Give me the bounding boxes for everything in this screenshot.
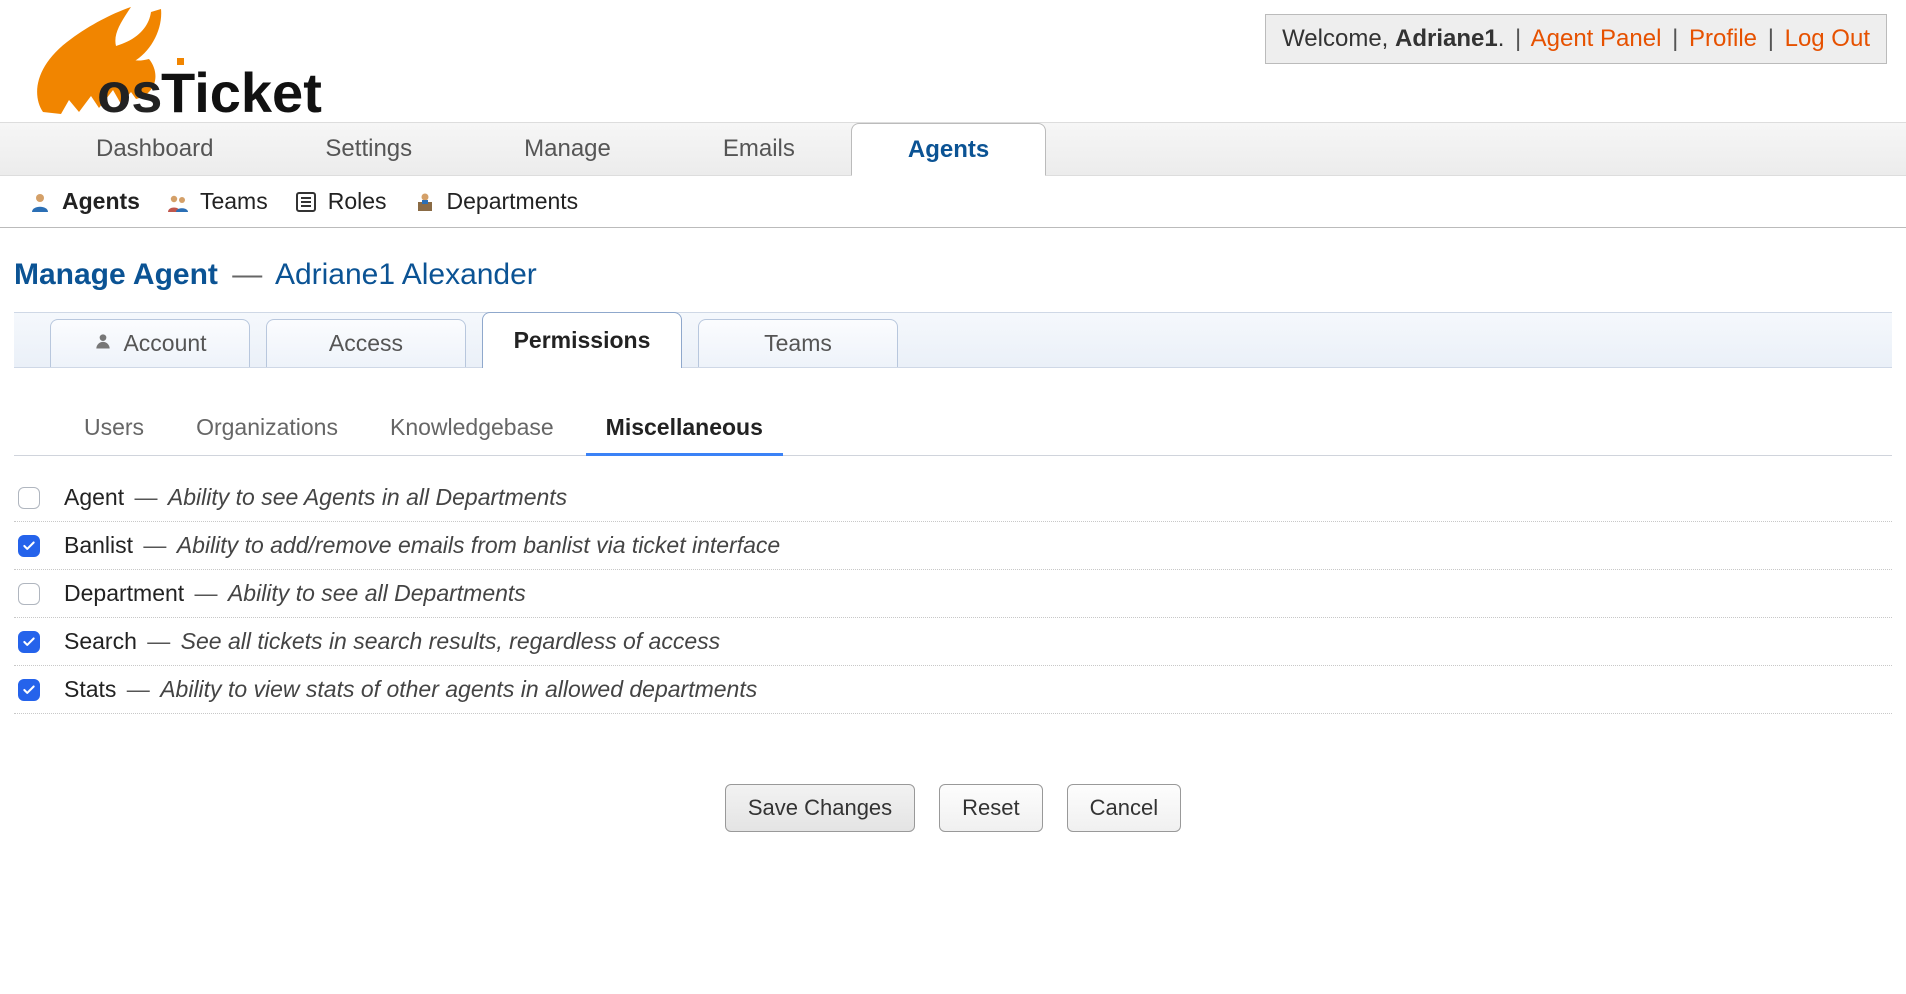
team-icon bbox=[166, 190, 190, 214]
permission-row: Search — See all tickets in search resul… bbox=[14, 618, 1892, 666]
form-buttons: Save Changes Reset Cancel bbox=[0, 714, 1906, 872]
permission-name: Search bbox=[64, 628, 137, 654]
permission-checkbox[interactable] bbox=[18, 583, 40, 605]
user-greeting-box: Welcome, Adriane1. | Agent Panel | Profi… bbox=[1265, 14, 1887, 64]
tab-access[interactable]: Access bbox=[266, 319, 466, 367]
permission-name: Banlist bbox=[64, 532, 133, 558]
permission-description: See all tickets in search results, regar… bbox=[181, 628, 720, 654]
permission-name: Agent bbox=[64, 484, 124, 510]
nav-manage[interactable]: Manage bbox=[468, 123, 667, 175]
nav-agents[interactable]: Agents bbox=[851, 123, 1046, 176]
permission-checkbox[interactable] bbox=[18, 487, 40, 509]
logout-link[interactable]: Log Out bbox=[1785, 25, 1870, 52]
permissions-list: Agent — Ability to see Agents in all Dep… bbox=[14, 474, 1892, 714]
sub-nav: Agents Teams Roles Departments bbox=[0, 176, 1906, 228]
permission-name: Department bbox=[64, 580, 184, 606]
main-nav: Dashboard Settings Manage Emails Agents bbox=[0, 122, 1906, 176]
perm-tab-miscellaneous[interactable]: Miscellaneous bbox=[586, 404, 783, 455]
perm-tab-users[interactable]: Users bbox=[64, 404, 164, 455]
permission-checkbox[interactable] bbox=[18, 535, 40, 557]
permission-row: Banlist — Ability to add/remove emails f… bbox=[14, 522, 1892, 570]
permission-subtabs: Users Organizations Knowledgebase Miscel… bbox=[14, 368, 1892, 456]
agent-icon bbox=[28, 190, 52, 214]
subnav-agents[interactable]: Agents bbox=[28, 188, 140, 215]
profile-link[interactable]: Profile bbox=[1689, 25, 1757, 52]
agent-tabs: Account Access Permissions Teams bbox=[14, 312, 1892, 368]
nav-emails[interactable]: Emails bbox=[667, 123, 851, 175]
page-title-main: Manage Agent bbox=[14, 258, 218, 291]
agent-panel-link[interactable]: Agent Panel bbox=[1531, 25, 1662, 52]
svg-text:Ticket: Ticket bbox=[161, 61, 322, 122]
permission-name: Stats bbox=[64, 676, 116, 702]
page-title: Manage Agent — Adriane1 Alexander bbox=[0, 228, 1906, 312]
permission-description: Ability to view stats of other agents in… bbox=[160, 676, 757, 702]
permission-row: Agent — Ability to see Agents in all Dep… bbox=[14, 474, 1892, 522]
osticket-logo: os Ticket bbox=[15, 0, 351, 122]
permission-checkbox[interactable] bbox=[18, 631, 40, 653]
user-icon bbox=[93, 331, 113, 357]
dept-icon bbox=[413, 190, 437, 214]
subnav-teams[interactable]: Teams bbox=[166, 188, 268, 215]
perm-tab-knowledgebase[interactable]: Knowledgebase bbox=[370, 404, 574, 455]
tab-permissions[interactable]: Permissions bbox=[482, 312, 682, 368]
permission-row: Department — Ability to see all Departme… bbox=[14, 570, 1892, 618]
permission-description: Ability to see all Departments bbox=[228, 580, 526, 606]
permission-description: Ability to see Agents in all Departments bbox=[168, 484, 567, 510]
permission-checkbox[interactable] bbox=[18, 679, 40, 701]
permission-description: Ability to add/remove emails from banlis… bbox=[177, 532, 780, 558]
list-icon bbox=[294, 190, 318, 214]
permission-row: Stats — Ability to view stats of other a… bbox=[14, 666, 1892, 714]
nav-settings[interactable]: Settings bbox=[269, 123, 468, 175]
save-button[interactable]: Save Changes bbox=[725, 784, 915, 832]
welcome-text: Welcome, bbox=[1282, 25, 1395, 52]
current-username: Adriane1 bbox=[1395, 25, 1498, 52]
tab-account[interactable]: Account bbox=[50, 319, 250, 367]
subnav-roles[interactable]: Roles bbox=[294, 188, 387, 215]
permission-label: Stats — Ability to view stats of other a… bbox=[64, 676, 757, 703]
subnav-departments[interactable]: Departments bbox=[413, 188, 579, 215]
cancel-button[interactable]: Cancel bbox=[1067, 784, 1181, 832]
permission-label: Department — Ability to see all Departme… bbox=[64, 580, 526, 607]
page-title-agent-name: Adriane1 Alexander bbox=[275, 258, 537, 291]
reset-button[interactable]: Reset bbox=[939, 784, 1042, 832]
perm-tab-organizations[interactable]: Organizations bbox=[176, 404, 358, 455]
nav-dashboard[interactable]: Dashboard bbox=[40, 123, 269, 175]
permission-label: Search — See all tickets in search resul… bbox=[64, 628, 720, 655]
permission-label: Agent — Ability to see Agents in all Dep… bbox=[64, 484, 567, 511]
svg-text:os: os bbox=[97, 61, 162, 122]
tab-teams[interactable]: Teams bbox=[698, 319, 898, 367]
permission-label: Banlist — Ability to add/remove emails f… bbox=[64, 532, 780, 559]
